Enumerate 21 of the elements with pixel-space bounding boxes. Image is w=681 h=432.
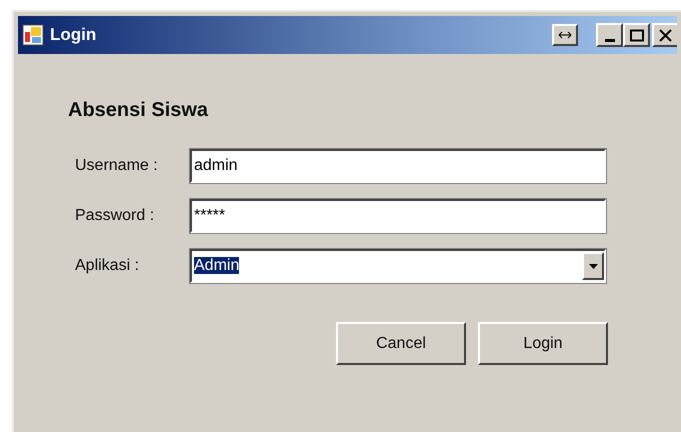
horizontal-arrows-icon <box>558 31 572 39</box>
field-label: Username : <box>75 156 159 176</box>
down-arrow-icon <box>588 264 598 268</box>
app-icon <box>22 24 44 46</box>
maximize-button[interactable] <box>623 23 650 47</box>
maximize-icon <box>630 28 644 42</box>
input-field[interactable]: admin <box>190 149 606 183</box>
resize-button[interactable] <box>552 24 578 46</box>
input-field[interactable]: ***** <box>190 199 606 233</box>
close-icon <box>659 28 672 42</box>
dialog-button[interactable]: Cancel <box>336 322 466 365</box>
form-heading: Absensi Siswa <box>68 98 210 123</box>
close-button[interactable] <box>652 23 677 47</box>
minimize-button[interactable] <box>596 23 623 47</box>
dropdown[interactable]: Admin <box>190 249 606 283</box>
field-label: Aplikasi : <box>75 256 140 276</box>
minimize-icon <box>604 39 614 42</box>
dropdown-button[interactable] <box>582 252 604 280</box>
field-label: Password : <box>75 206 156 226</box>
dialog-button[interactable]: Login <box>478 322 608 365</box>
window-title: Login <box>50 24 96 46</box>
